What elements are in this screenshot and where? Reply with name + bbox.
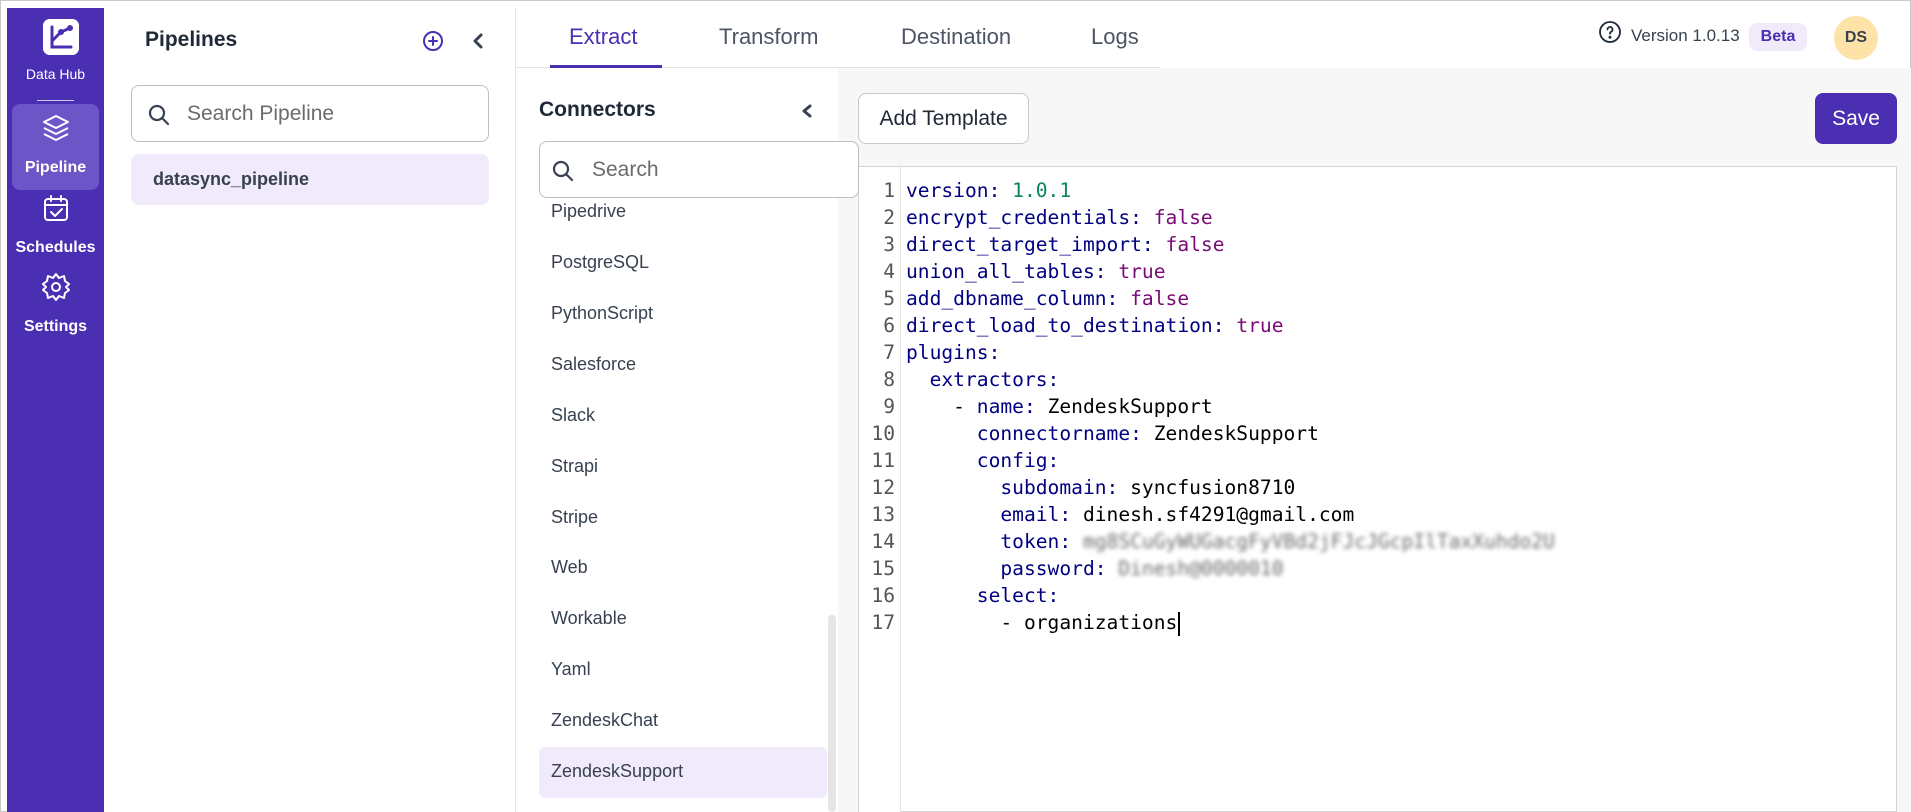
yaml-value: dinesh.sf4291@gmail.com bbox=[1082, 503, 1355, 526]
calendar-check-icon bbox=[40, 192, 72, 224]
nav-label: Settings bbox=[23, 318, 88, 335]
text-cursor bbox=[1178, 611, 1181, 636]
help-icon[interactable] bbox=[1598, 20, 1622, 44]
yaml-key: direct_load_to_destination: bbox=[906, 314, 1225, 337]
nav-item-schedules[interactable]: Schedules bbox=[12, 184, 99, 270]
pipelines-title: Pipelines bbox=[145, 28, 238, 51]
tab-destination[interactable]: Destination bbox=[901, 24, 1011, 50]
yaml-key: add_dbname_column: bbox=[906, 287, 1119, 310]
yaml-value: true bbox=[1236, 314, 1284, 337]
connector-label: Web bbox=[551, 557, 588, 577]
main-tabs: Extract Transform Destination Logs bbox=[516, 8, 1160, 68]
connector-item-web[interactable]: Web bbox=[539, 543, 827, 594]
yaml-key: email: bbox=[1000, 503, 1072, 526]
nav-item-settings[interactable]: Settings bbox=[12, 263, 99, 349]
connector-search-input[interactable] bbox=[592, 148, 842, 192]
code-text: - organizations bbox=[906, 606, 1181, 639]
masked-secret-value: mg8SCuGyWUGacgFyVBd2jFJcJGcpIlTaxXuhdo2U bbox=[1082, 530, 1555, 553]
connector-item-pythonscript[interactable]: PythonScript bbox=[539, 289, 827, 340]
connector-item-postgresql[interactable]: PostgreSQL bbox=[539, 238, 827, 289]
version-label: Version 1.0.13 bbox=[1631, 26, 1740, 45]
yaml-key: config: bbox=[976, 449, 1060, 472]
nav-item-pipeline[interactable]: Pipeline bbox=[12, 104, 99, 190]
search-icon bbox=[550, 158, 576, 184]
yaml-key: encrypt_credentials: bbox=[906, 206, 1142, 229]
connector-label: Salesforce bbox=[551, 354, 637, 374]
masked-secret-value: Dinesh@0000010 bbox=[1118, 557, 1284, 580]
yaml-value: ZendeskSupport bbox=[1047, 395, 1213, 418]
connector-label: Yaml bbox=[551, 659, 591, 679]
pipeline-item[interactable]: datasync_pipeline bbox=[131, 154, 489, 205]
yaml-value: syncfusion8710 bbox=[1130, 476, 1296, 499]
yaml-key: union_all_tables: bbox=[906, 260, 1107, 283]
yaml-value: ZendeskSupport bbox=[1153, 422, 1319, 445]
connector-item-zendeskchat[interactable]: ZendeskChat bbox=[539, 696, 827, 747]
tab-transform[interactable]: Transform bbox=[719, 24, 818, 50]
yaml-key: version: bbox=[906, 179, 1001, 202]
tab-logs[interactable]: Logs bbox=[1091, 24, 1139, 50]
pipeline-item-label: datasync_pipeline bbox=[153, 169, 310, 189]
yaml-key: extractors: bbox=[929, 368, 1060, 391]
connector-item-strapi[interactable]: Strapi bbox=[539, 442, 827, 493]
yaml-key: password: bbox=[1000, 557, 1107, 580]
yaml-key: direct_target_import: bbox=[906, 233, 1154, 256]
yaml-code-editor[interactable]: 1 version: 1.0.1 2 encrypt_credentials: fal… bbox=[858, 166, 1897, 812]
nav-label: Schedules bbox=[15, 239, 96, 256]
connector-item-slack[interactable]: Slack bbox=[539, 391, 827, 442]
yaml-key: select: bbox=[976, 584, 1060, 607]
collapse-pipelines-icon[interactable] bbox=[466, 28, 490, 54]
connector-label: Stripe bbox=[551, 507, 599, 527]
connector-label: ZendeskSupport bbox=[551, 761, 684, 781]
yaml-value: organizations bbox=[1023, 611, 1178, 634]
connector-item-salesforce[interactable]: Salesforce bbox=[539, 340, 827, 391]
line-number: 17 bbox=[871, 611, 895, 634]
tab-extract[interactable]: Extract bbox=[569, 24, 637, 50]
connector-search-box bbox=[539, 141, 859, 198]
yaml-key: name: bbox=[976, 395, 1036, 418]
gear-icon bbox=[40, 271, 72, 303]
yaml-value: true bbox=[1118, 260, 1166, 283]
add-template-button[interactable]: Add Template bbox=[858, 93, 1029, 144]
connector-scrollbar[interactable] bbox=[828, 615, 836, 812]
connector-item-stripe[interactable]: Stripe bbox=[539, 493, 827, 544]
connector-label: Slack bbox=[551, 405, 596, 425]
connector-label: ZendeskChat bbox=[551, 710, 659, 730]
app-name: Data Hub bbox=[25, 66, 86, 82]
add-pipeline-icon[interactable] bbox=[420, 28, 446, 54]
yaml-key: token: bbox=[1000, 530, 1072, 553]
pipeline-search-input[interactable] bbox=[187, 92, 477, 136]
save-button[interactable]: Save bbox=[1815, 93, 1897, 144]
yaml-key: subdomain: bbox=[1000, 476, 1119, 499]
connector-item-yaml[interactable]: Yaml bbox=[539, 645, 827, 696]
connector-label: Strapi bbox=[551, 456, 599, 476]
collapse-connectors-icon[interactable] bbox=[796, 99, 818, 123]
data-hub-logo-icon[interactable] bbox=[43, 19, 79, 55]
rail-divider bbox=[37, 100, 74, 101]
connector-list: Pipedrive PostgreSQL PythonScript Salesf… bbox=[539, 198, 839, 812]
connector-label: Workable bbox=[551, 608, 627, 628]
yaml-value: false bbox=[1165, 233, 1225, 256]
yaml-value: 1.0.1 bbox=[1012, 179, 1072, 202]
beta-badge: Beta bbox=[1749, 23, 1807, 51]
yaml-value: false bbox=[1130, 287, 1190, 310]
connector-item-pipedrive[interactable]: Pipedrive bbox=[539, 198, 827, 238]
pipeline-search-box bbox=[131, 85, 489, 142]
yaml-value: false bbox=[1153, 206, 1213, 229]
yaml-key: connectorname: bbox=[976, 422, 1142, 445]
nav-rail: Data Hub Pipeline Schedules Settings bbox=[7, 8, 104, 812]
connector-label: PostgreSQL bbox=[551, 252, 650, 272]
layers-icon bbox=[40, 112, 72, 144]
connectors-title: Connectors bbox=[539, 98, 656, 121]
connectors-panel: Connectors Pipedrive PostgreSQL PythonSc… bbox=[516, 68, 859, 812]
connector-item-workable[interactable]: Workable bbox=[539, 594, 827, 645]
connector-item-zendesksupport[interactable]: ZendeskSupport bbox=[539, 747, 827, 798]
search-icon bbox=[146, 102, 172, 128]
user-avatar[interactable]: DS bbox=[1834, 16, 1878, 60]
nav-label: Pipeline bbox=[24, 159, 87, 176]
connector-label: PythonScript bbox=[551, 303, 654, 323]
connector-label: Pipedrive bbox=[551, 201, 627, 221]
yaml-key: plugins: bbox=[906, 341, 1001, 364]
pipelines-panel: Pipelines datasync_pipeline bbox=[104, 8, 516, 812]
